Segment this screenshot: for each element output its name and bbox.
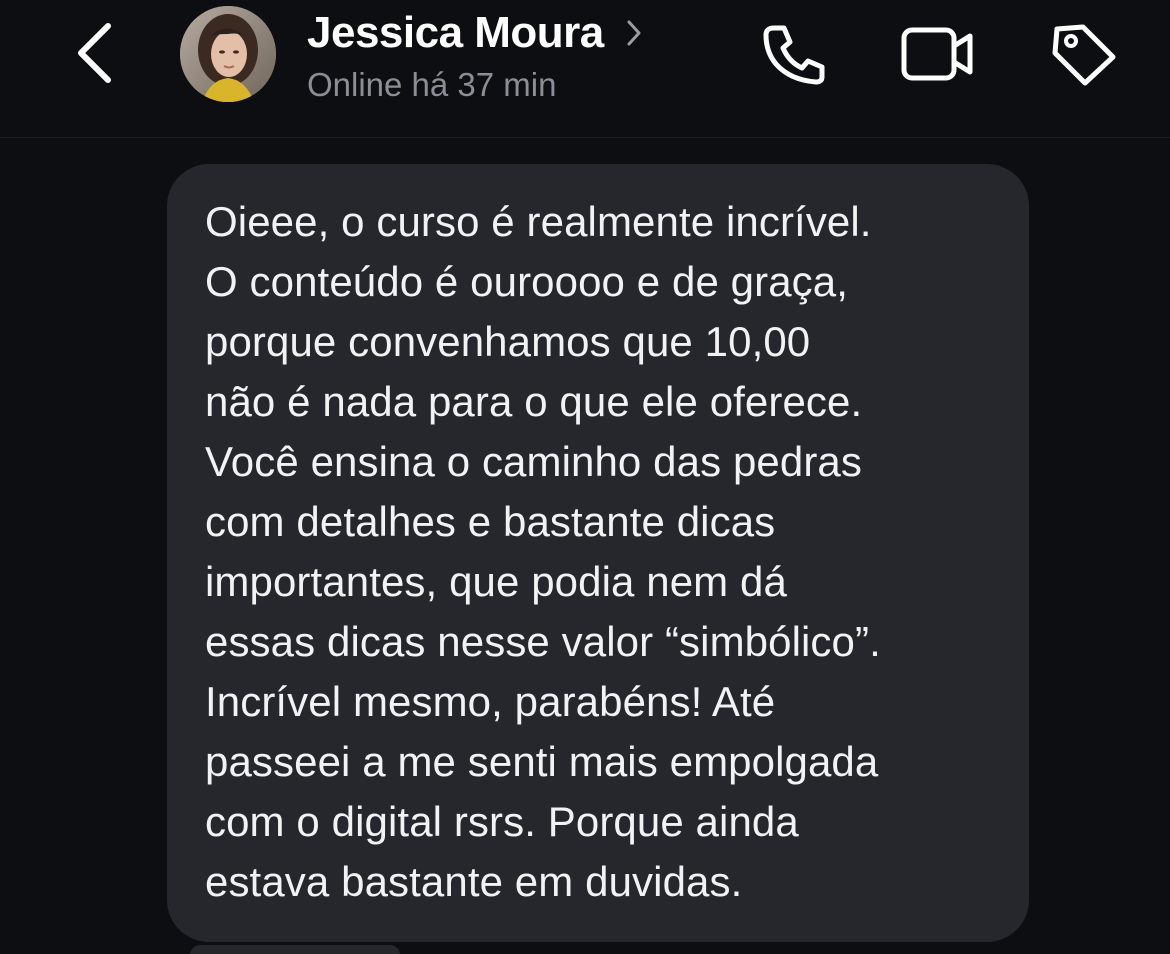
video-call-button[interactable]: [898, 18, 978, 94]
chat-screen: Jessica Moura Online há 37 min Oieee, o …: [0, 0, 1170, 954]
contact-name-button[interactable]: Jessica Moura: [307, 6, 646, 60]
call-button[interactable]: [754, 18, 834, 94]
message-bubble[interactable]: Oieee, o curso é realmente incrível. O c…: [167, 164, 1029, 942]
online-status: Online há 37 min: [307, 66, 557, 103]
chevron-right-icon: [626, 18, 646, 48]
message-text: Oieee, o curso é realmente incrível. O c…: [205, 198, 881, 905]
avatar[interactable]: [180, 6, 276, 102]
chevron-left-icon: [75, 22, 115, 89]
back-button[interactable]: [60, 18, 130, 92]
video-camera-icon: [900, 24, 976, 89]
phone-icon: [760, 22, 828, 91]
avatar-photo: [180, 6, 276, 102]
contact-name: Jessica Moura: [307, 8, 604, 57]
chat-header: Jessica Moura Online há 37 min: [0, 0, 1170, 138]
next-message-bubble-edge: [190, 945, 400, 954]
tag-button[interactable]: [1044, 18, 1124, 94]
tag-icon: [1049, 21, 1119, 92]
